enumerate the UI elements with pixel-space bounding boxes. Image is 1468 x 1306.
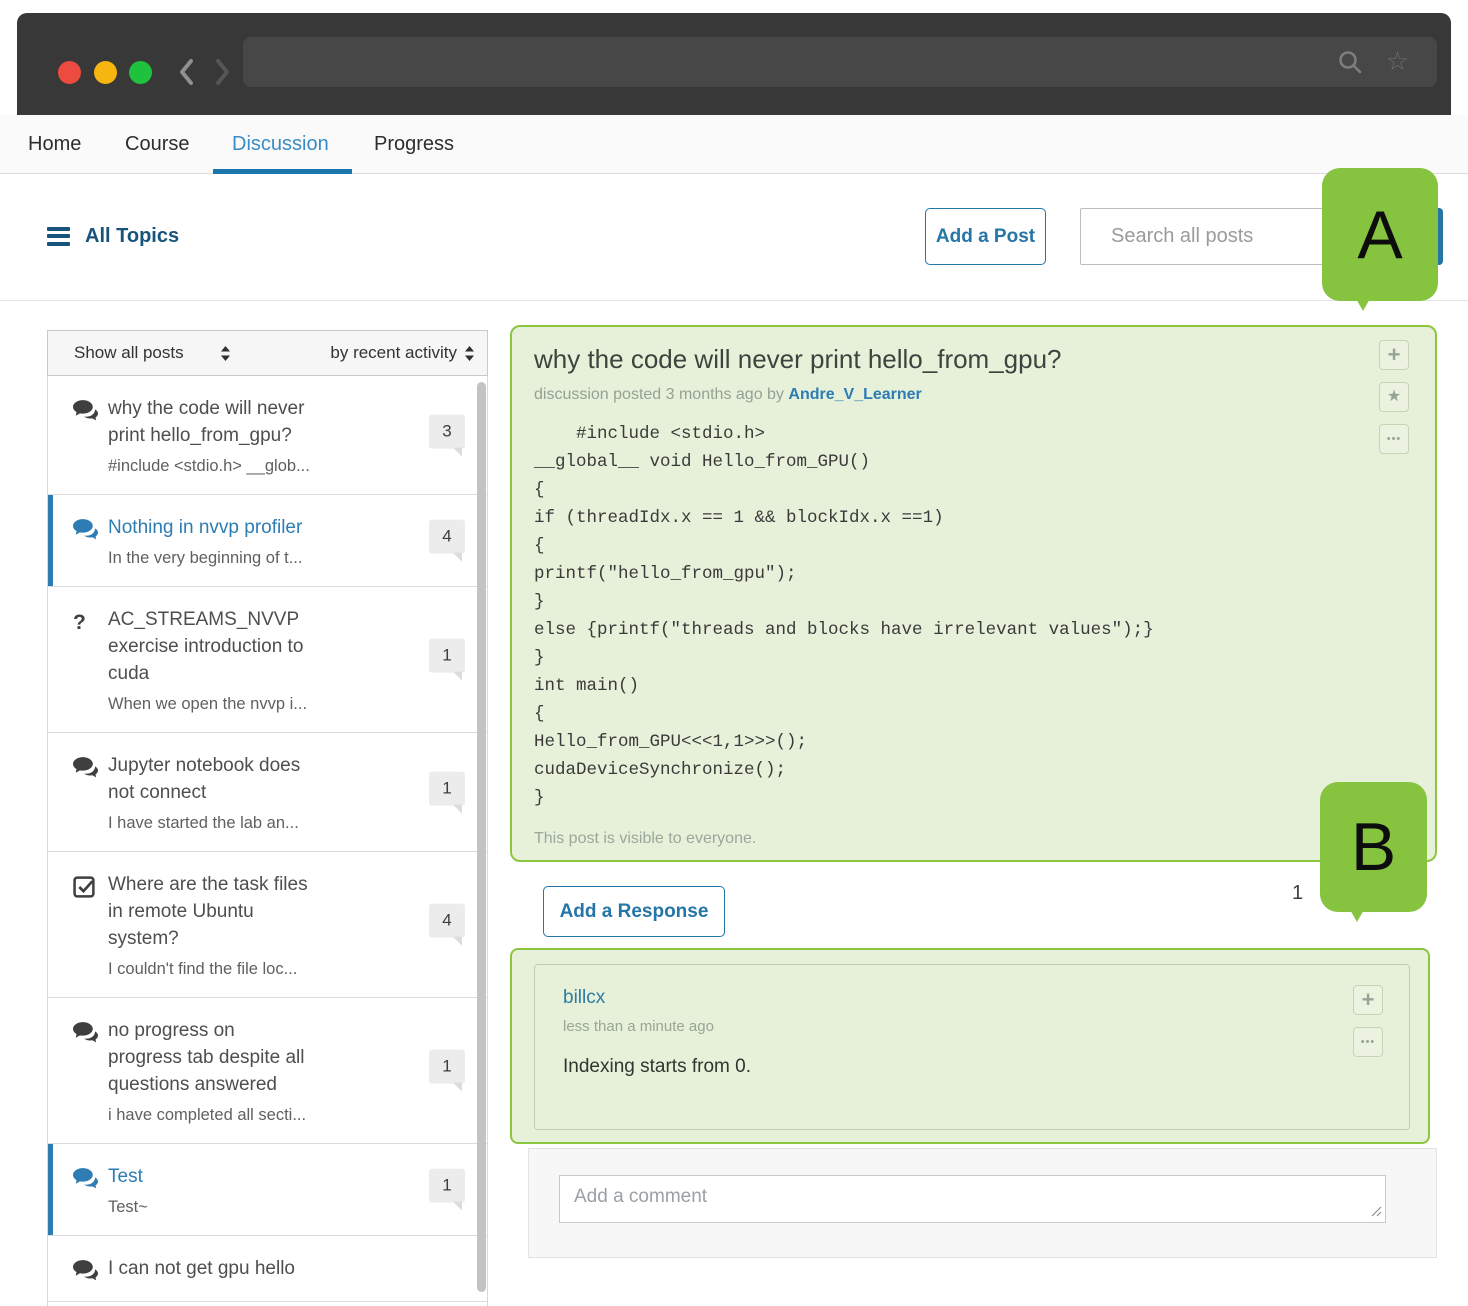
filter-dropdown[interactable]: Show all posts — [74, 343, 231, 363]
post-preview: In the very beginning of t... — [108, 549, 338, 568]
comment-input-wrap — [559, 1175, 1386, 1223]
browser-chrome: ☆ — [17, 13, 1451, 115]
reply-count-badge: 4 — [429, 904, 465, 938]
list-item[interactable]: ? AC_STREAMS_NVVP exercise introduction … — [48, 587, 487, 733]
post-preview: When we open the nvvp i... — [108, 695, 338, 714]
post-title: Where are the task files in remote Ubunt… — [108, 872, 308, 953]
discussion-icon — [73, 1260, 98, 1286]
list-item[interactable]: no progress on progress tab despite all … — [48, 998, 487, 1144]
upvote-plus-button[interactable]: + — [1353, 985, 1383, 1015]
reply-count-badge: 1 — [429, 1050, 465, 1084]
list-item[interactable]: Nothing in nvvp profiler In the very beg… — [48, 495, 487, 587]
all-topics-button[interactable]: All Topics — [47, 223, 179, 249]
search-icon[interactable] — [1337, 49, 1363, 80]
comment-panel — [528, 1148, 1437, 1258]
list-item[interactable]: why the code will never print hello_from… — [48, 376, 487, 495]
callout-label-a: A — [1322, 168, 1438, 301]
post-preview: #include <stdio.h> __glob... — [108, 457, 338, 476]
add-response-button[interactable]: Add a Response — [543, 886, 725, 937]
reply-count-badge: 4 — [429, 520, 465, 554]
reply-count-badge: 1 — [429, 1169, 465, 1203]
post-title: Jupyter notebook does not connect — [108, 753, 308, 807]
site-nav: Home Course Discussion Progress — [0, 115, 1468, 174]
post-title: I can not get gpu hello — [108, 1256, 308, 1283]
response-card: billcx less than a minute ago Indexing s… — [534, 964, 1410, 1130]
address-bar[interactable]: ☆ — [243, 37, 1437, 87]
post-meta-prefix: discussion posted 3 months ago by — [534, 386, 784, 403]
post-detail-title: why the code will never print hello_from… — [534, 344, 1365, 375]
sort-arrows-icon — [220, 346, 231, 361]
list-item[interactable]: Jupyter notebook does not connect I have… — [48, 733, 487, 852]
post-list-sidebar: Show all posts by recent activity why th… — [47, 330, 488, 1306]
post-meta: discussion posted 3 months ago by Andre_… — [534, 386, 1365, 404]
back-icon[interactable] — [177, 58, 194, 91]
window-close-button[interactable] — [58, 61, 81, 84]
reply-count-badge: 1 — [429, 639, 465, 673]
reply-count-badge: 1 — [429, 771, 465, 805]
response-actions: + ••• — [1353, 985, 1383, 1057]
post-actions: + ★ ••• — [1379, 340, 1409, 454]
post-code-block: #include <stdio.h> __global__ void Hello… — [534, 420, 1365, 812]
sort-label: by recent activity — [330, 343, 457, 363]
filter-label: Show all posts — [74, 343, 184, 363]
responses-count: 1 — [1292, 882, 1303, 905]
post-visibility-note: This post is visible to everyone. — [534, 830, 756, 848]
answered-question-icon — [73, 876, 96, 904]
upvote-plus-button[interactable]: + — [1379, 340, 1409, 370]
tab-home[interactable]: Home — [28, 115, 81, 173]
post-title: Nothing in nvvp profiler — [108, 515, 308, 542]
post-preview: i have completed all secti... — [108, 1106, 338, 1125]
reply-count-badge: 3 — [429, 415, 465, 449]
more-actions-button[interactable]: ••• — [1353, 1027, 1383, 1057]
forward-icon[interactable] — [215, 58, 232, 91]
add-post-button[interactable]: Add a Post — [925, 208, 1046, 265]
tab-progress[interactable]: Progress — [374, 115, 454, 173]
response-body: Indexing starts from 0. — [563, 1056, 1339, 1078]
list-item[interactable]: I can not get gpu hello — [48, 1236, 487, 1302]
window-minimize-button[interactable] — [94, 61, 117, 84]
bookmark-star-icon[interactable]: ☆ — [1386, 45, 1409, 77]
post-preview: Test~ — [108, 1198, 338, 1217]
discussion-page: ☆ Home Course Discussion Progress All To… — [0, 0, 1468, 1306]
post-preview: I couldn't find the file loc... — [108, 960, 338, 979]
more-actions-button[interactable]: ••• — [1379, 424, 1409, 454]
discussion-icon — [73, 757, 98, 783]
section-divider — [0, 300, 1468, 301]
list-item[interactable]: Test Test~ 1 — [48, 1144, 487, 1236]
hamburger-icon — [47, 223, 70, 249]
sort-dropdown[interactable]: by recent activity — [330, 343, 475, 363]
sidebar-scrollbar[interactable] — [477, 382, 486, 1292]
sort-arrows-icon — [464, 346, 475, 361]
response-timestamp: less than a minute ago — [563, 1018, 1339, 1035]
discussion-icon — [73, 1168, 98, 1194]
post-list: why the code will never print hello_from… — [47, 376, 488, 1306]
tab-course[interactable]: Course — [125, 115, 189, 173]
post-author-link[interactable]: Andre_V_Learner — [788, 386, 921, 403]
all-topics-label: All Topics — [85, 225, 179, 248]
tab-discussion[interactable]: Discussion — [232, 115, 329, 173]
post-title: no progress on progress tab despite all … — [108, 1018, 308, 1099]
discussion-icon — [73, 519, 98, 545]
list-item[interactable]: Where are the task files in remote Ubunt… — [48, 852, 487, 998]
response-highlight-region: billcx less than a minute ago Indexing s… — [510, 948, 1430, 1144]
discussion-icon — [73, 1022, 98, 1048]
post-list-filterbar: Show all posts by recent activity — [47, 330, 488, 376]
post-title: why the code will never print hello_from… — [108, 396, 308, 450]
callout-label-b: B — [1320, 782, 1427, 912]
follow-star-button[interactable]: ★ — [1379, 382, 1409, 412]
post-preview: I have started the lab an... — [108, 814, 338, 833]
post-title: AC_STREAMS_NVVP exercise introduction to… — [108, 607, 308, 688]
question-icon: ? — [73, 611, 86, 635]
add-comment-input[interactable] — [559, 1175, 1386, 1223]
post-title: Test — [108, 1164, 308, 1191]
active-tab-indicator — [213, 169, 352, 174]
discussion-icon — [73, 400, 98, 426]
window-maximize-button[interactable] — [129, 61, 152, 84]
response-author-link[interactable]: billcx — [563, 987, 1339, 1009]
post-detail-card: why the code will never print hello_from… — [510, 325, 1437, 862]
